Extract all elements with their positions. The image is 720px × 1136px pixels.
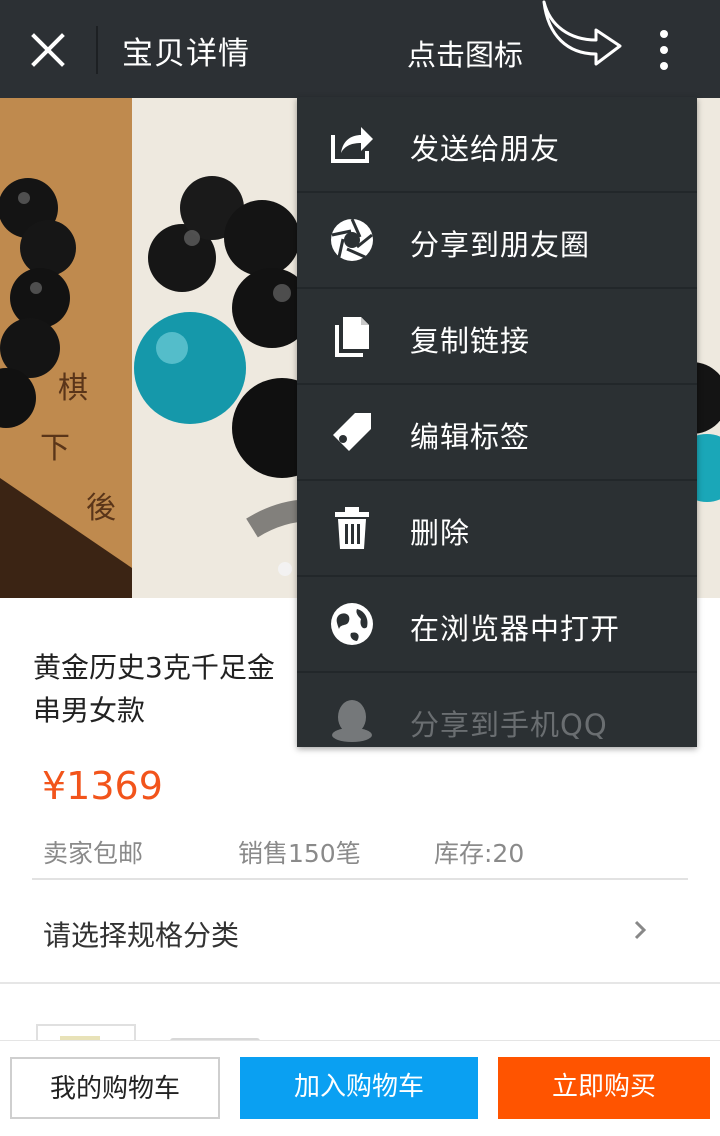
menu-item-edit-tag[interactable]: 编辑标签 bbox=[297, 385, 697, 481]
pointing-arrow-icon bbox=[542, 0, 622, 66]
menu-item-label: 分享到手机QQ bbox=[410, 708, 608, 742]
section-divider bbox=[0, 982, 720, 984]
product-title: 黄金历史3克千足金 串男女款 bbox=[33, 646, 303, 732]
hint-text: 点击图标 bbox=[407, 38, 524, 72]
spec-selector-row[interactable]: 请选择规格分类 bbox=[0, 880, 720, 980]
svg-text:下: 下 bbox=[40, 431, 70, 466]
sales-count: 销售150笔 bbox=[238, 839, 361, 868]
menu-item-label: 复制链接 bbox=[410, 324, 531, 358]
options-menu: 发送给朋友 分享到朋友圈 复制链接 编辑标签 删除 在浏览器中打开 分享到手机Q… bbox=[297, 97, 697, 747]
trash-icon bbox=[335, 507, 369, 549]
close-icon[interactable] bbox=[22, 24, 74, 76]
svg-text:棋: 棋 bbox=[58, 371, 88, 406]
copy-icon bbox=[335, 317, 369, 357]
menu-item-label: 在浏览器中打开 bbox=[410, 612, 621, 646]
svg-text:後: 後 bbox=[86, 491, 116, 526]
menu-item-open-in-browser[interactable]: 在浏览器中打开 bbox=[297, 577, 697, 673]
product-title-line1: 黄金历史3克千足金 bbox=[33, 651, 275, 684]
menu-item-label: 分享到朋友圈 bbox=[410, 228, 591, 262]
menu-item-send-to-friend[interactable]: 发送给朋友 bbox=[297, 97, 697, 193]
moments-aperture-icon bbox=[331, 218, 373, 261]
qq-penguin-icon bbox=[332, 700, 372, 742]
menu-item-label: 删除 bbox=[410, 516, 471, 550]
share-arrow-icon bbox=[331, 127, 373, 163]
product-title-line2: 串男女款 bbox=[33, 694, 146, 727]
menu-item-copy-link[interactable]: 复制链接 bbox=[297, 289, 697, 385]
product-price: ¥1369 bbox=[42, 764, 163, 808]
top-bar: 宝贝详情 点击图标 bbox=[0, 0, 720, 98]
menu-item-share-moments[interactable]: 分享到朋友圈 bbox=[297, 193, 697, 289]
more-menu-icon[interactable] bbox=[644, 26, 684, 74]
gallery-indicator-dot bbox=[278, 562, 292, 576]
bottom-action-bar: 我的购物车 加入购物车 立即购买 bbox=[0, 1040, 720, 1136]
my-cart-button[interactable]: 我的购物车 bbox=[10, 1057, 220, 1119]
globe-icon bbox=[331, 603, 373, 645]
stock-count: 库存:20 bbox=[434, 839, 525, 868]
add-to-cart-button[interactable]: 加入购物车 bbox=[240, 1057, 478, 1119]
product-image-wood: 棋 下 後 bbox=[0, 98, 132, 598]
chevron-right-icon bbox=[634, 920, 647, 940]
shipping-info: 卖家包邮 bbox=[43, 839, 144, 868]
menu-item-label: 编辑标签 bbox=[410, 420, 531, 454]
menu-item-share-qq[interactable]: 分享到手机QQ bbox=[297, 673, 697, 747]
menu-item-delete[interactable]: 删除 bbox=[297, 481, 697, 577]
page-title: 宝贝详情 bbox=[122, 36, 250, 72]
header-divider bbox=[96, 26, 98, 74]
tag-icon bbox=[333, 413, 371, 451]
spec-selector-label: 请选择规格分类 bbox=[43, 919, 240, 952]
menu-item-label: 发送给朋友 bbox=[410, 132, 561, 166]
buy-now-button[interactable]: 立即购买 bbox=[498, 1057, 710, 1119]
